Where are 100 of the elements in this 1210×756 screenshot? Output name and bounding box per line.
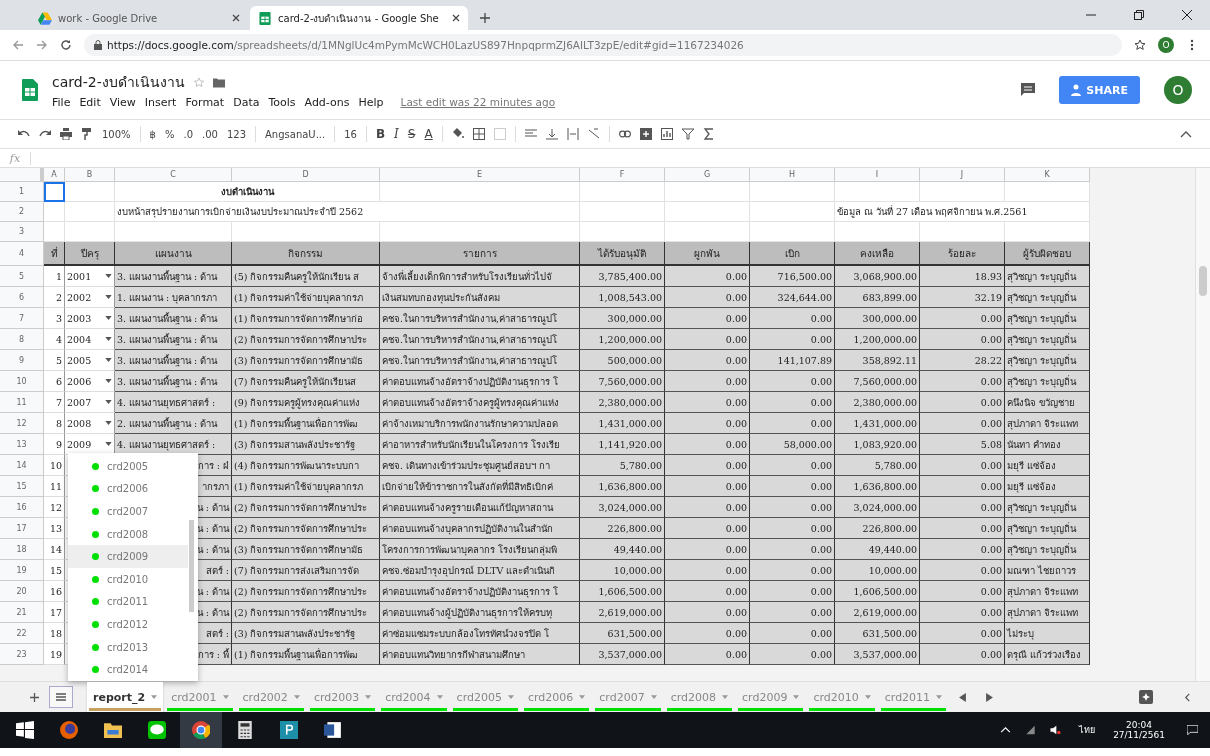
menu-item[interactable]: View xyxy=(109,96,136,109)
dropdown-cell[interactable]: 2002 xyxy=(65,287,115,308)
empty-cell[interactable] xyxy=(750,182,835,202)
dropdown-cell[interactable]: 2009 xyxy=(65,434,115,455)
chevron-up-icon[interactable] xyxy=(1000,725,1012,735)
last-edit-link[interactable]: Last edit was 22 minutes ago xyxy=(400,96,556,108)
sheet-tab[interactable]: crd2006 xyxy=(521,682,592,712)
text-rotate-icon[interactable] xyxy=(587,128,600,140)
row-header[interactable]: 5 xyxy=(0,266,44,287)
empty-cell[interactable] xyxy=(580,202,665,222)
vertical-align-icon[interactable] xyxy=(545,128,558,140)
column-header[interactable]: H xyxy=(750,168,835,182)
row-header[interactable]: 19 xyxy=(0,560,44,581)
dropdown-cell[interactable]: 2007 xyxy=(65,392,115,413)
explore-icon[interactable] xyxy=(1139,690,1153,704)
back-arrow-icon[interactable] xyxy=(12,39,24,51)
dropdown-cell[interactable]: 2001 xyxy=(65,266,115,287)
scroll-left-icon[interactable] xyxy=(958,692,968,702)
profile-avatar[interactable]: O xyxy=(1164,76,1192,104)
menu-item[interactable]: Format xyxy=(185,96,225,109)
row-header[interactable]: 10 xyxy=(0,371,44,392)
strikethrough-button[interactable]: S xyxy=(407,127,416,141)
scroll-right-icon[interactable] xyxy=(985,692,995,702)
row-header[interactable]: 23 xyxy=(0,644,44,665)
file-folder-icon[interactable] xyxy=(104,721,122,739)
sheet-logo-icon[interactable] xyxy=(22,79,38,101)
menu-item[interactable]: Add-ons xyxy=(304,96,350,109)
sheet-tab[interactable]: crd2004 xyxy=(379,682,449,712)
row-header[interactable]: 7 xyxy=(0,308,44,329)
row-header[interactable]: 3 xyxy=(0,222,44,242)
share-button[interactable]: SHARE xyxy=(1059,76,1140,104)
column-header[interactable]: C xyxy=(115,168,232,182)
paint-format-icon[interactable] xyxy=(81,128,93,140)
column-header[interactable]: B xyxy=(65,168,115,182)
menu-item[interactable]: Tools xyxy=(268,96,296,109)
sheet-tab[interactable]: crd2003 xyxy=(307,682,378,712)
sheet-tab[interactable]: report_2 xyxy=(87,682,164,712)
calculator-icon[interactable] xyxy=(236,721,254,739)
dropdown-cell[interactable]: 2005 xyxy=(65,350,115,371)
column-header[interactable]: I xyxy=(835,168,920,182)
link-icon[interactable] xyxy=(618,128,631,140)
browser-icon[interactable] xyxy=(60,721,78,739)
menu-item[interactable]: Data xyxy=(233,96,260,109)
empty-cell[interactable] xyxy=(65,182,115,202)
decrease-decimal-button[interactable]: .0 xyxy=(183,128,194,140)
fill-color-icon[interactable] xyxy=(451,128,464,140)
percent-format-button[interactable]: % xyxy=(164,128,175,140)
speaker-muted-icon[interactable] xyxy=(1050,725,1062,735)
row-header[interactable]: 21 xyxy=(0,602,44,623)
column-header[interactable]: D xyxy=(232,168,380,182)
dropdown-cell[interactable]: 2004 xyxy=(65,329,115,350)
chart-icon[interactable] xyxy=(660,128,673,140)
empty-cell[interactable] xyxy=(1005,182,1090,202)
address-field[interactable]: https://docs.google.com/spreadsheets/d/1MNglUc4mPymMcWCH0LazUS897HnpqprmZJ6AILT3zpE/edit#gid=1167234026 xyxy=(84,34,1122,56)
empty-cell[interactable] xyxy=(750,202,835,222)
close-icon[interactable] xyxy=(1182,10,1192,20)
sheet-tab[interactable]: crd2005 xyxy=(450,682,520,712)
add-sheet-icon[interactable] xyxy=(30,692,39,702)
windows-start-icon[interactable] xyxy=(16,721,34,739)
selected-cell[interactable] xyxy=(44,182,65,202)
row-header[interactable]: 16 xyxy=(0,497,44,518)
row-header[interactable]: 13 xyxy=(0,434,44,455)
sheet-tab[interactable]: crd2007 xyxy=(593,682,663,712)
empty-cell[interactable] xyxy=(665,202,750,222)
row-header[interactable]: 14 xyxy=(0,455,44,476)
new-tab-icon[interactable] xyxy=(480,13,490,23)
network-icon[interactable] xyxy=(1025,725,1037,735)
print-icon[interactable] xyxy=(60,128,72,140)
all-sheets-button[interactable] xyxy=(49,686,73,708)
row-header[interactable]: 18 xyxy=(0,539,44,560)
row-header[interactable]: 12 xyxy=(0,413,44,434)
empty-cell[interactable] xyxy=(580,182,665,202)
increase-decimal-button[interactable]: .00 xyxy=(202,128,218,140)
zoom-dropdown[interactable]: 100% xyxy=(102,128,131,140)
browser-tab[interactable]: card-2-งบดำเนินงาน - Google She xyxy=(250,6,468,30)
menu-item[interactable]: Help xyxy=(358,96,384,109)
profile-avatar[interactable]: O xyxy=(1158,37,1174,53)
dropdown-cell[interactable]: 2008 xyxy=(65,413,115,434)
column-header[interactable]: K xyxy=(1005,168,1090,182)
sigma-icon[interactable] xyxy=(702,128,715,140)
row-header[interactable]: 15 xyxy=(0,476,44,497)
number-format-dropdown[interactable]: 123 xyxy=(226,128,247,140)
chat-icon[interactable] xyxy=(148,721,166,739)
side-panel-icon[interactable] xyxy=(1183,692,1192,702)
font-size-dropdown[interactable]: 16 xyxy=(344,128,357,140)
sheet-tab[interactable]: crd2011 xyxy=(878,682,949,712)
empty-cell[interactable] xyxy=(835,182,920,202)
merge-cells-icon[interactable] xyxy=(493,128,506,140)
empty-cell[interactable] xyxy=(380,182,580,202)
menu-item[interactable]: Insert xyxy=(144,96,177,109)
app-icon[interactable] xyxy=(280,721,298,739)
folder-icon[interactable] xyxy=(212,76,225,88)
notification-icon[interactable] xyxy=(1187,725,1198,735)
column-header[interactable]: G xyxy=(665,168,750,182)
currency-format-button[interactable]: ฿ xyxy=(149,128,156,140)
bold-button[interactable]: B xyxy=(375,127,386,141)
empty-cell[interactable] xyxy=(665,182,750,202)
row-header[interactable]: 2 xyxy=(0,202,44,222)
dropdown-cell[interactable]: 2003 xyxy=(65,308,115,329)
menu-item[interactable]: File xyxy=(52,96,71,109)
